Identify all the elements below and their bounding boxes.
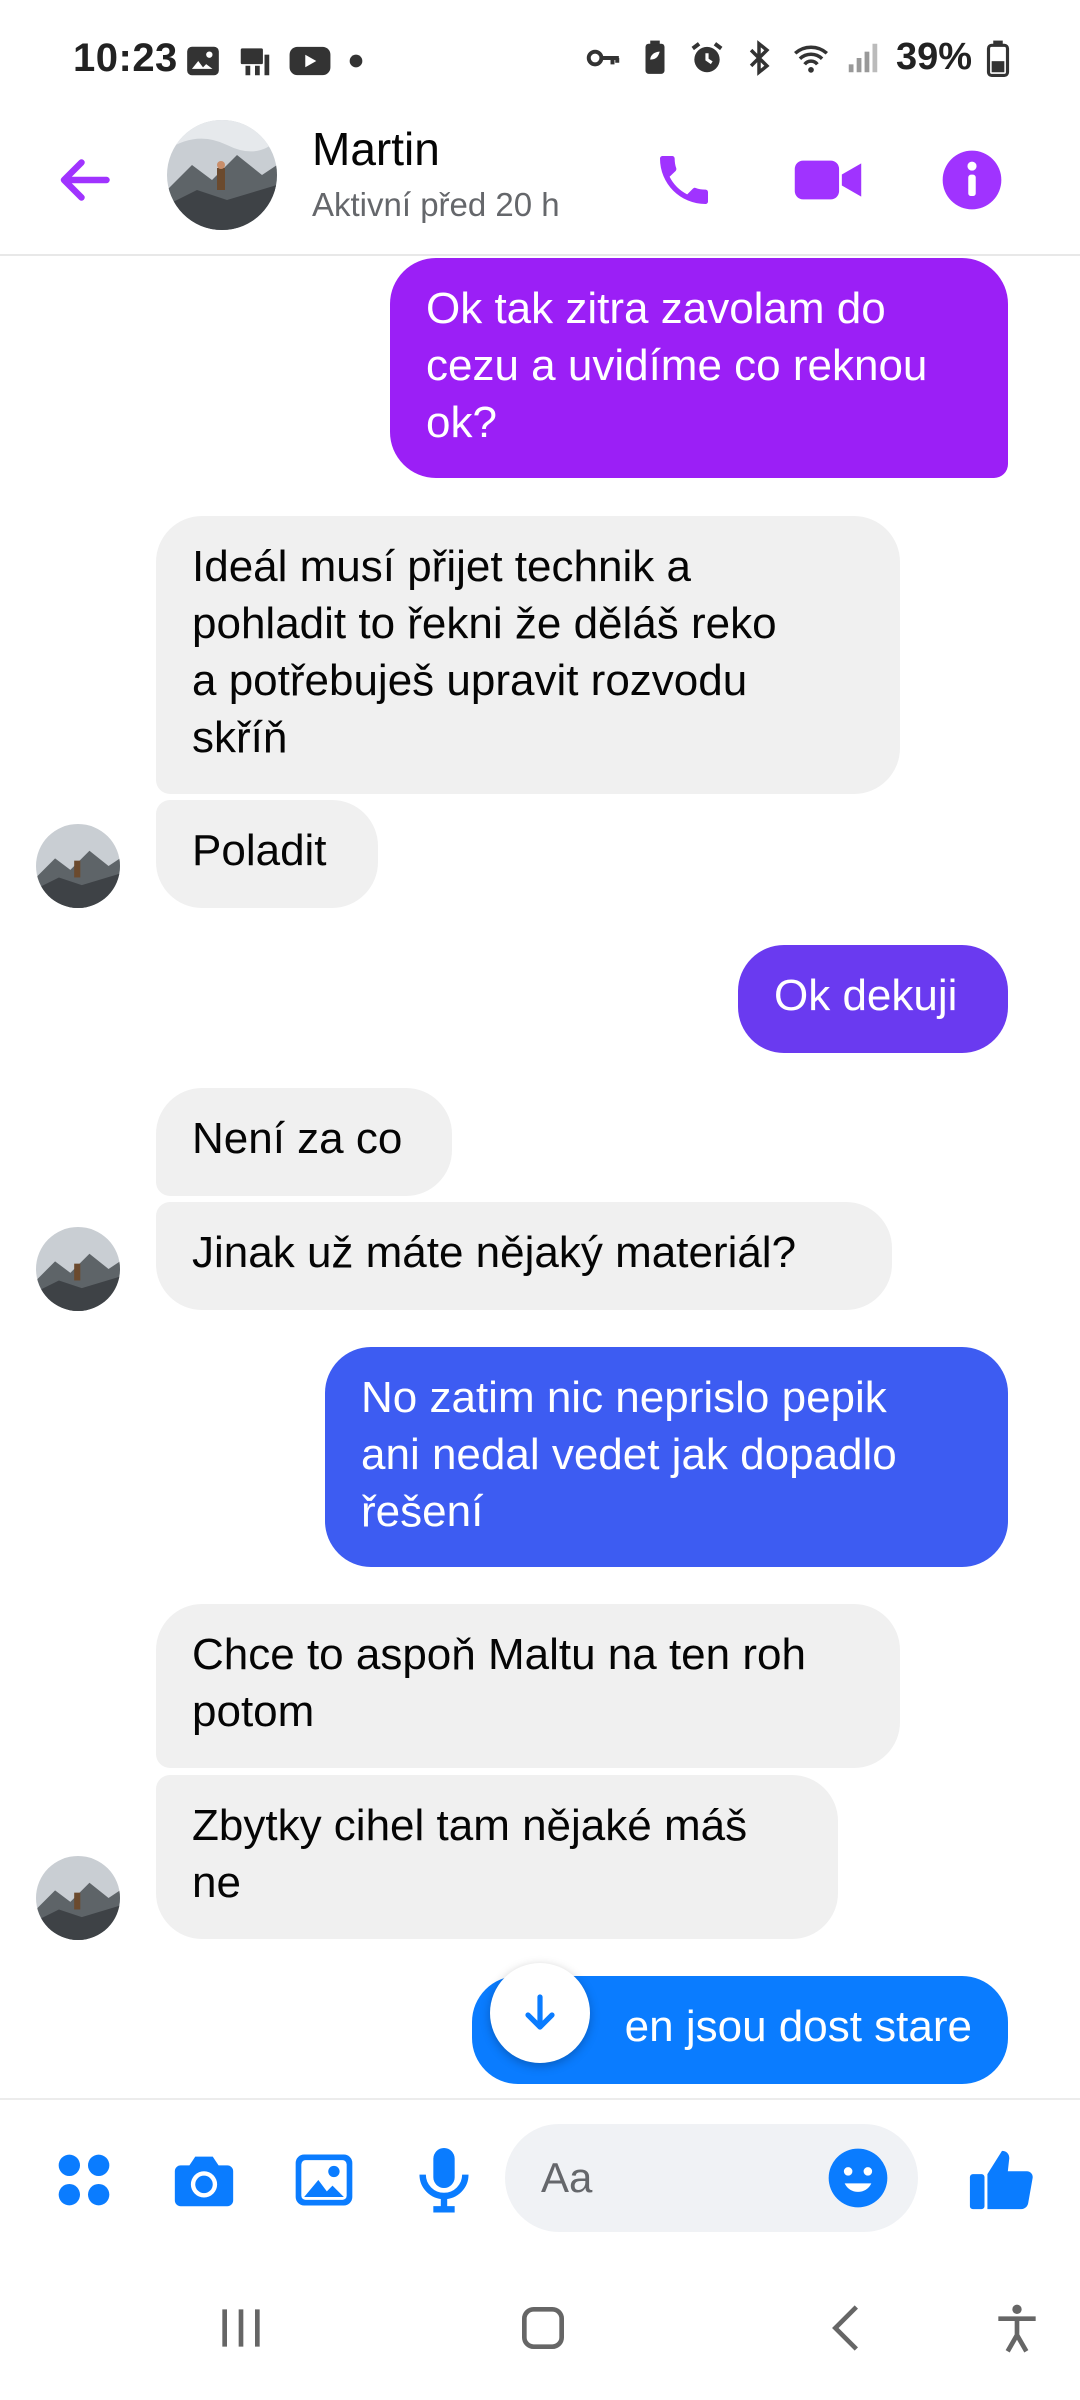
- message-incoming[interactable]: Poladit: [156, 800, 378, 908]
- arrow-down-icon: [525, 1994, 555, 2030]
- message-composer: Aa: [0, 2098, 1080, 2258]
- system-navigation-bar: [0, 2258, 1080, 2400]
- contact-avatar-small[interactable]: [36, 824, 120, 908]
- alarm-icon: [691, 41, 723, 72]
- contact-avatar-small[interactable]: [36, 1227, 120, 1311]
- contact-avatar-small[interactable]: [36, 1856, 120, 1940]
- info-icon: [942, 150, 1002, 210]
- message-incoming[interactable]: Ideál musí přijet technik a pohladit to …: [156, 516, 900, 794]
- status-time: 10:23: [73, 36, 178, 80]
- recents-icon: [222, 2309, 260, 2347]
- battery-icon: [986, 40, 1010, 77]
- bluetooth-icon: [749, 39, 770, 76]
- message-outgoing[interactable]: Ok tak zitra zavolam do cezu a uvidíme c…: [390, 258, 1008, 478]
- camera-icon: [174, 2156, 234, 2207]
- battery-saver-icon: [645, 40, 665, 74]
- voice-message-button[interactable]: [404, 2140, 484, 2220]
- home-button[interactable]: [498, 2288, 588, 2368]
- contact-avatar[interactable]: [167, 120, 277, 230]
- like-button[interactable]: [962, 2140, 1042, 2220]
- back-nav-button[interactable]: [802, 2288, 892, 2368]
- camera-button[interactable]: [164, 2140, 244, 2220]
- message-input-placeholder: Aa: [541, 2154, 593, 2201]
- voice-call-button[interactable]: [644, 140, 724, 220]
- message-outgoing[interactable]: Ok dekuji: [738, 945, 1008, 1053]
- status-bar: 10:23 39%: [0, 0, 1080, 120]
- message-incoming[interactable]: Není za co: [156, 1088, 452, 1196]
- home-icon: [522, 2307, 564, 2349]
- contact-name[interactable]: Martin: [312, 122, 440, 176]
- youtube-icon: [289, 46, 331, 76]
- video-camera-icon: [794, 160, 862, 200]
- message-incoming[interactable]: Jinak už máte nějaký materiál?: [156, 1202, 892, 1310]
- signal-icon: [848, 43, 878, 72]
- thumbs-up-icon: [969, 2150, 1033, 2210]
- chevron-left-icon: [832, 2305, 858, 2351]
- more-actions-button[interactable]: [44, 2140, 124, 2220]
- microphone-icon: [419, 2148, 469, 2213]
- contact-status: Aktivní před 20 h: [312, 186, 560, 223]
- emoji-button[interactable]: [820, 2140, 896, 2216]
- message-incoming[interactable]: Chce to aspoň Maltu na ten roh potom: [156, 1604, 900, 1768]
- system-icons: 39%: [584, 36, 1010, 79]
- message-input[interactable]: Aa: [505, 2124, 918, 2232]
- desk-icon: [240, 48, 270, 76]
- recent-apps-button[interactable]: [196, 2288, 286, 2368]
- battery-percentage: 39%: [895, 36, 972, 78]
- dot-icon: [349, 54, 363, 68]
- key-icon: [586, 49, 620, 66]
- accessibility-icon: [998, 2304, 1036, 2353]
- back-button[interactable]: [48, 144, 120, 216]
- wifi-icon: [793, 45, 828, 73]
- image-icon: [295, 2154, 353, 2206]
- smiley-icon: [828, 2148, 888, 2208]
- message-outgoing[interactable]: No zatim nic neprislo pepik ani nedal ve…: [325, 1347, 1008, 1567]
- accessibility-button[interactable]: [972, 2288, 1062, 2368]
- gallery-button[interactable]: [284, 2140, 364, 2220]
- gallery-icon: [187, 46, 219, 76]
- conversation-info-button[interactable]: [932, 140, 1012, 220]
- video-call-button[interactable]: [788, 140, 868, 220]
- notification-icons: [184, 42, 366, 80]
- phone-icon: [660, 156, 708, 204]
- conversation-header: Martin Aktivní před 20 h: [0, 120, 1080, 256]
- scroll-to-bottom-button[interactable]: [490, 1963, 590, 2063]
- message-incoming[interactable]: Zbytky cihel tam nějaké máš ne: [156, 1775, 838, 1939]
- grid-dots-icon: [58, 2154, 110, 2206]
- arrow-left-icon: [60, 159, 110, 201]
